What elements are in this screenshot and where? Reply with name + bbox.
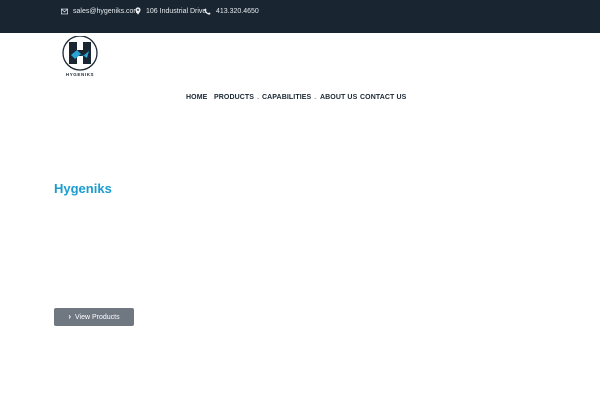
phone-text[interactable]: 413.320.4650 — [216, 8, 259, 15]
chevron-down-icon: ⌄ — [256, 94, 261, 101]
address-contact: 106 Industrial Drive — [135, 6, 206, 16]
phone-contact[interactable]: 413.320.4650 — [204, 6, 259, 16]
nav-label-home: HOME — [186, 94, 208, 101]
email-contact[interactable]: sales@hygeniks.com — [61, 6, 139, 16]
nav-item-capabilities[interactable]: CAPABILITIES ⌄ — [262, 94, 318, 101]
logo-wordmark: HYGENIKS — [66, 72, 94, 77]
email-text[interactable]: sales@hygeniks.com — [73, 8, 139, 15]
view-products-label: View Products — [75, 313, 120, 321]
nav-item-contact-us[interactable]: CONTACT US — [360, 94, 406, 101]
email-icon — [61, 8, 68, 14]
nav-label-about-us: ABOUT US — [320, 94, 358, 101]
hero-title: Hygeniks — [54, 181, 112, 196]
nav-label-contact-us: CONTACT US — [360, 94, 407, 101]
top-contact-bar: sales@hygeniks.com 106 Industrial Drive … — [0, 0, 600, 33]
map-pin-icon — [135, 7, 141, 15]
phone-icon — [204, 7, 211, 15]
view-products-button[interactable]: › View Products — [54, 308, 134, 326]
hygeniks-logo[interactable]: HYGENIKS — [60, 36, 100, 78]
nav-item-products[interactable]: PRODUCTS ⌄ — [214, 94, 260, 101]
chevron-right-icon: › — [68, 312, 72, 321]
nav-item-about-us[interactable]: ABOUT US — [320, 94, 357, 101]
main-navigation: HOME PRODUCTS ⌄ CAPABILITIES ⌄ ABOUT US … — [0, 94, 600, 106]
nav-item-home[interactable]: HOME — [186, 94, 207, 101]
address-text: 106 Industrial Drive — [146, 7, 207, 15]
nav-label-capabilities: CAPABILITIES — [262, 94, 312, 101]
chevron-down-icon: ⌄ — [313, 94, 318, 101]
nav-label-products: PRODUCTS — [214, 94, 255, 101]
